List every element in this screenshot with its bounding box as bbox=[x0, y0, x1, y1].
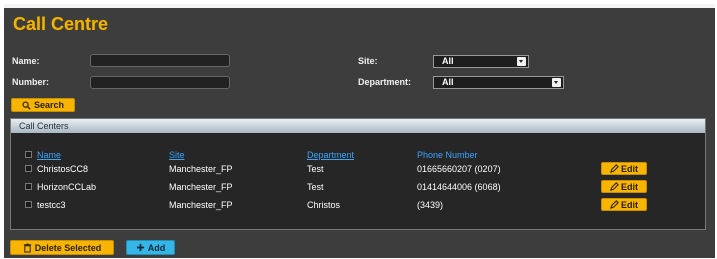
chevron-down-icon bbox=[517, 57, 526, 66]
cell-name: testcc3 bbox=[37, 200, 66, 210]
edit-button-label: Edit bbox=[621, 199, 638, 210]
pencil-icon bbox=[610, 200, 619, 209]
cell-phone-number: 01665660207 (0207) bbox=[417, 164, 501, 174]
search-button[interactable]: Search bbox=[11, 98, 75, 112]
edit-button-label: Edit bbox=[621, 163, 638, 174]
grid-title: Call Centers bbox=[11, 119, 705, 133]
cell-department: Test bbox=[307, 164, 324, 174]
name-input[interactable] bbox=[90, 54, 230, 67]
delete-selected-label: Delete Selected bbox=[34, 242, 102, 253]
search-button-label: Search bbox=[33, 100, 65, 110]
column-header-name[interactable]: Name bbox=[37, 150, 61, 160]
edit-button[interactable]: Edit bbox=[601, 180, 647, 193]
name-label: Name: bbox=[12, 56, 40, 66]
plus-icon bbox=[136, 243, 144, 252]
edit-button[interactable]: Edit bbox=[601, 162, 647, 175]
column-header-department[interactable]: Department bbox=[307, 150, 354, 160]
delete-selected-button[interactable]: Delete Selected bbox=[10, 240, 114, 255]
cell-phone-number: (3439) bbox=[417, 200, 444, 210]
table-row: ChristosCC8 Manchester_FP Test 016656602… bbox=[11, 162, 705, 178]
pencil-icon bbox=[610, 182, 619, 191]
number-input[interactable] bbox=[90, 76, 230, 89]
number-label: Number: bbox=[12, 77, 50, 87]
department-label: Department: bbox=[358, 77, 412, 87]
cell-name: ChristosCC8 bbox=[37, 164, 89, 174]
cell-site: Manchester_FP bbox=[169, 164, 233, 174]
row-checkbox[interactable] bbox=[25, 201, 32, 208]
department-selected-value: All bbox=[442, 77, 454, 87]
cell-site: Manchester_FP bbox=[169, 200, 233, 210]
row-checkbox[interactable] bbox=[25, 165, 32, 172]
page-title: Call Centre bbox=[13, 14, 109, 34]
row-checkbox[interactable] bbox=[25, 183, 32, 190]
pencil-icon bbox=[610, 164, 619, 173]
select-all-checkbox[interactable] bbox=[25, 151, 32, 158]
trash-icon bbox=[23, 242, 31, 253]
site-selected-value: All bbox=[442, 56, 454, 66]
cell-department: Test bbox=[307, 182, 324, 192]
edit-button[interactable]: Edit bbox=[601, 198, 647, 211]
table-row: testcc3 Manchester_FP Christos (3439) Ed… bbox=[11, 198, 705, 214]
column-header-site[interactable]: Site bbox=[169, 150, 185, 160]
site-label: Site: bbox=[358, 56, 378, 66]
cell-department: Christos bbox=[307, 200, 341, 210]
cell-phone-number: 01414644006 (6068) bbox=[417, 182, 501, 192]
search-icon bbox=[22, 100, 31, 110]
table-row: HorizonCCLab Manchester_FP Test 01414644… bbox=[11, 180, 705, 196]
call-centers-grid: Call Centers Name Site Department Phone … bbox=[10, 118, 706, 230]
cell-site: Manchester_FP bbox=[169, 182, 233, 192]
add-button[interactable]: Add bbox=[126, 240, 175, 255]
chevron-down-icon bbox=[552, 78, 561, 87]
edit-button-label: Edit bbox=[621, 181, 638, 192]
cell-name: HorizonCCLab bbox=[37, 182, 97, 192]
add-button-label: Add bbox=[147, 242, 166, 253]
site-select[interactable]: All bbox=[433, 55, 529, 68]
department-select[interactable]: All bbox=[433, 76, 564, 89]
column-header-phone-number: Phone Number bbox=[417, 150, 478, 160]
